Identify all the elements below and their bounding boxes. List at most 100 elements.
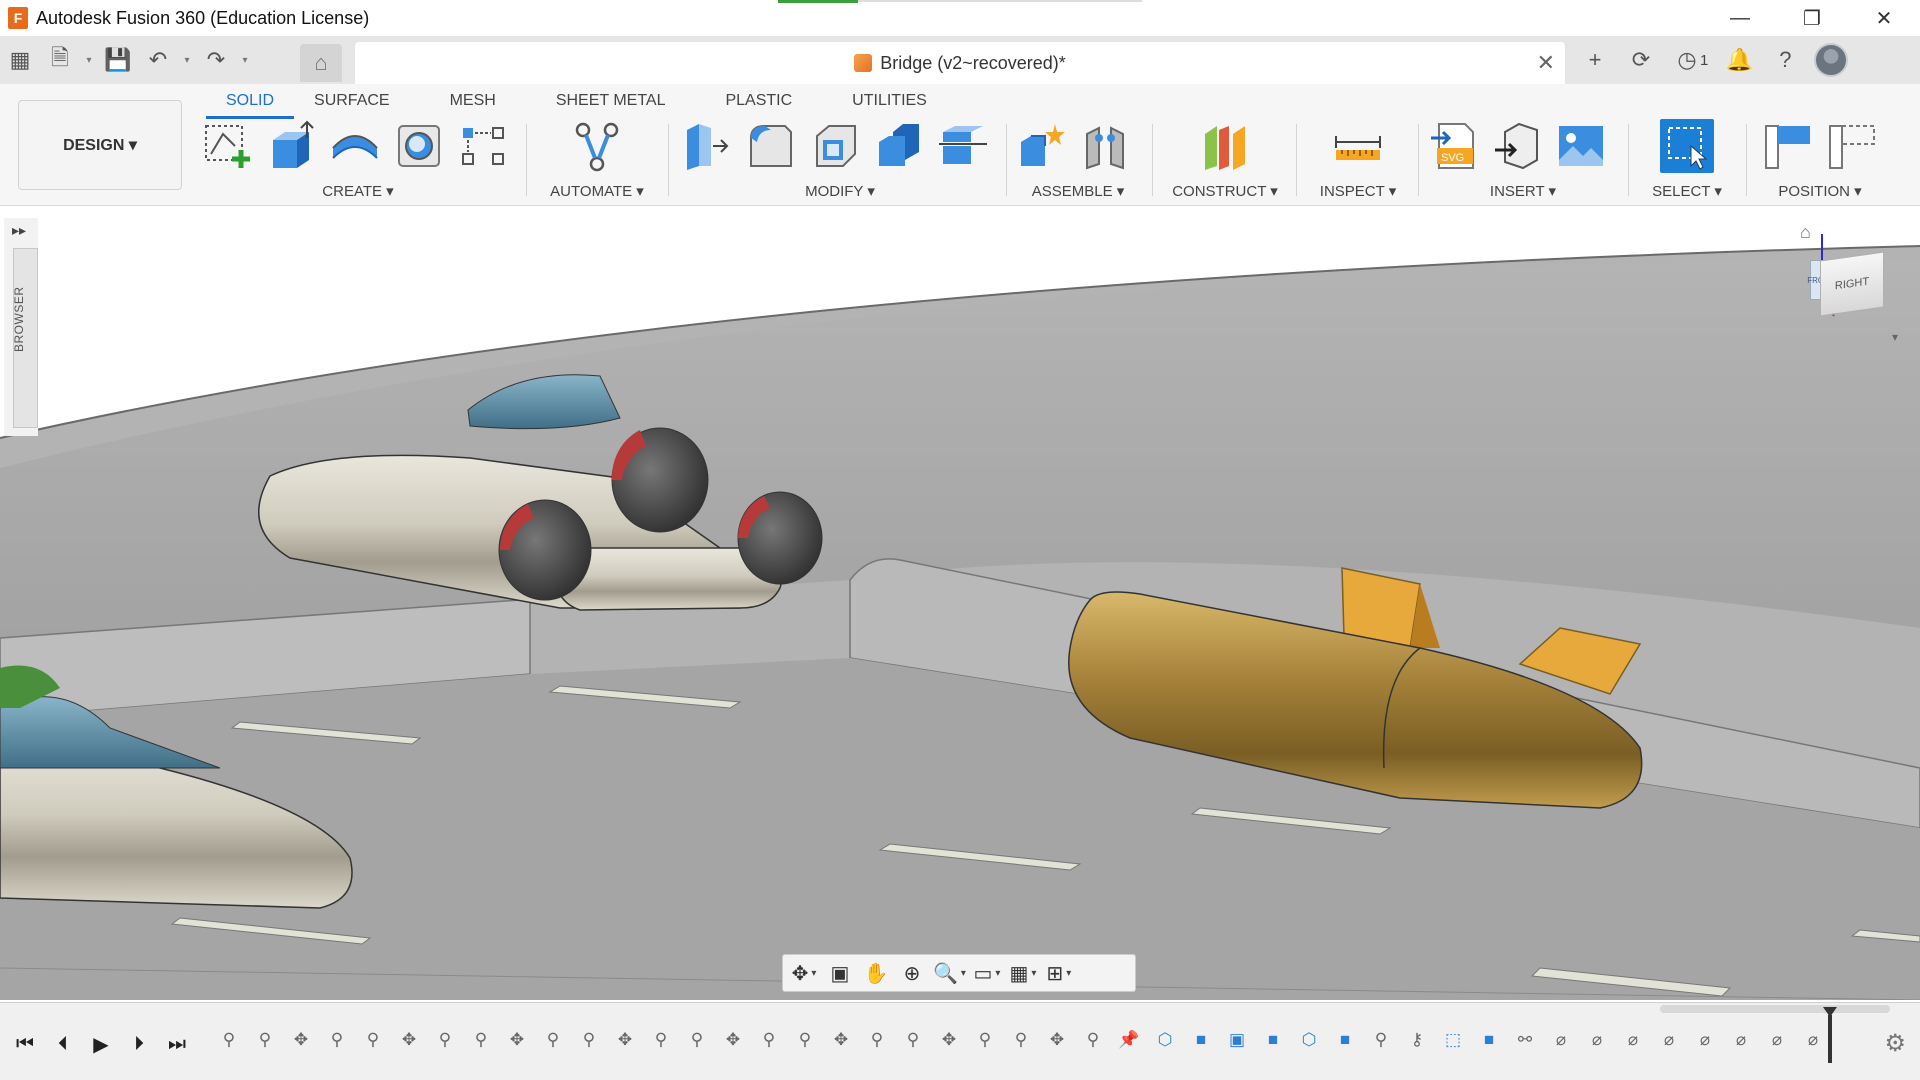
- timeline-feature-sketch-icon[interactable]: ⚲: [1366, 1023, 1396, 1059]
- create-sketch-icon[interactable]: [200, 119, 254, 173]
- timeline-feature-feat-icon[interactable]: ⬚: [1438, 1023, 1468, 1059]
- timeline-next-icon[interactable]: ⏵: [126, 1031, 152, 1057]
- timeline-feature-sketch-icon[interactable]: ⚲: [214, 1023, 244, 1059]
- insert-mesh-icon[interactable]: [1490, 119, 1544, 173]
- timeline-first-icon[interactable]: ⏮: [12, 1031, 38, 1057]
- tab-utilities[interactable]: UTILITIES: [812, 88, 947, 119]
- combine-icon[interactable]: [872, 119, 926, 173]
- hole-icon[interactable]: [392, 119, 446, 173]
- orbit-icon[interactable]: ✥ ▾: [789, 958, 819, 988]
- timeline-feature-wire-icon[interactable]: ✥: [826, 1023, 856, 1059]
- timeline-feature-sketch-icon[interactable]: ⚲: [322, 1023, 352, 1059]
- file-menu-icon[interactable]: 🗎: [40, 40, 80, 80]
- timeline-feature-wire-icon[interactable]: ✥: [934, 1023, 964, 1059]
- new-tab-icon[interactable]: +: [1572, 37, 1618, 83]
- timeline-settings-icon[interactable]: ⚙: [1884, 1029, 1906, 1058]
- timeline-prev-icon[interactable]: ⏴: [50, 1031, 76, 1057]
- timeline-feature-sketch-icon[interactable]: ⚲: [790, 1023, 820, 1059]
- data-panel-grid-icon[interactable]: ▦: [0, 40, 40, 80]
- shell-icon[interactable]: [808, 119, 862, 173]
- timeline-feature-sketch-icon[interactable]: ⚲: [430, 1023, 460, 1059]
- timeline-feature-sketch-icon[interactable]: ⚲: [1006, 1023, 1036, 1059]
- new-component-icon[interactable]: [1014, 119, 1068, 173]
- tab-solid[interactable]: SOLID: [206, 88, 295, 119]
- revert-position-icon[interactable]: [1825, 119, 1879, 173]
- timeline-feature-feat-icon[interactable]: ▣: [1222, 1023, 1252, 1059]
- save-icon[interactable]: 💾: [98, 40, 138, 80]
- position-menu-label[interactable]: POSITION ▾: [1752, 182, 1888, 200]
- timeline-feature-sketch-icon[interactable]: ⚲: [682, 1023, 712, 1059]
- timeline-feature-wire-icon[interactable]: ⌀: [1762, 1023, 1792, 1059]
- timeline-feature-wire-icon[interactable]: ✥: [286, 1023, 316, 1059]
- automate-icon[interactable]: [570, 119, 624, 173]
- timeline-play-icon[interactable]: ▶: [88, 1031, 114, 1057]
- modify-menu-label[interactable]: MODIFY ▾: [680, 182, 1000, 200]
- timeline-feature-wire-icon[interactable]: ✥: [502, 1023, 532, 1059]
- 3d-viewport[interactable]: [0, 208, 1920, 1000]
- create-menu-label[interactable]: CREATE ▾: [200, 182, 516, 200]
- construct-menu-label[interactable]: CONSTRUCT ▾: [1160, 182, 1290, 200]
- timeline-feature-feat-icon[interactable]: ■: [1258, 1023, 1288, 1059]
- press-pull-icon[interactable]: [680, 119, 734, 173]
- timeline-feature-wire-icon[interactable]: ⚯: [1510, 1023, 1540, 1059]
- timeline-feature-wire-icon[interactable]: ✥: [718, 1023, 748, 1059]
- close-tab-icon[interactable]: ✕: [1537, 50, 1555, 76]
- split-body-icon[interactable]: [936, 119, 990, 173]
- timeline-feature-wire-icon[interactable]: ✥: [394, 1023, 424, 1059]
- timeline-feature-sketch-icon[interactable]: ⚲: [466, 1023, 496, 1059]
- close-window-button[interactable]: ✕: [1848, 0, 1920, 36]
- timeline-feature-sketch-icon[interactable]: ⚲: [862, 1023, 892, 1059]
- redo-dropdown-icon[interactable]: ▾: [236, 40, 254, 80]
- timeline-feature-wire-icon[interactable]: ✥: [610, 1023, 640, 1059]
- construct-plane-icon[interactable]: [1198, 119, 1252, 173]
- joint-icon[interactable]: [1078, 119, 1132, 173]
- timeline-marker[interactable]: [1823, 1007, 1837, 1063]
- timeline-feature-wire-icon[interactable]: ✥: [1042, 1023, 1072, 1059]
- timeline-feature-sketch-icon[interactable]: ⚲: [898, 1023, 928, 1059]
- timeline-feature-sketch-icon[interactable]: ⚲: [574, 1023, 604, 1059]
- viewcube-right-face[interactable]: RIGHT: [1820, 251, 1884, 317]
- timeline-feature-sketch-icon[interactable]: ⚲: [250, 1023, 280, 1059]
- timeline-feature-feat-icon[interactable]: ⬡: [1294, 1023, 1324, 1059]
- timeline-feature-feat-icon[interactable]: ■: [1330, 1023, 1360, 1059]
- timeline-feature-wire-icon[interactable]: ⌀: [1654, 1023, 1684, 1059]
- capture-position-icon[interactable]: [1761, 119, 1815, 173]
- insert-svg-icon[interactable]: SVG: [1426, 119, 1480, 173]
- timeline-feature-wire-icon[interactable]: 📌: [1114, 1023, 1144, 1059]
- inspect-menu-label[interactable]: INSPECT ▾: [1302, 182, 1414, 200]
- timeline-feature-feat-icon[interactable]: ⬡: [1150, 1023, 1180, 1059]
- user-avatar-button[interactable]: [1808, 37, 1854, 83]
- insert-menu-label[interactable]: INSERT ▾: [1426, 182, 1620, 200]
- timeline-feature-sketch-icon[interactable]: ⚲: [754, 1023, 784, 1059]
- select-menu-label[interactable]: SELECT ▾: [1634, 182, 1740, 200]
- timeline-feature-wire-icon[interactable]: ⌀: [1582, 1023, 1612, 1059]
- undo-icon[interactable]: ↶: [138, 40, 178, 80]
- tab-surface[interactable]: SURFACE: [294, 88, 410, 119]
- restore-button[interactable]: ❐: [1776, 0, 1848, 36]
- notifications-icon[interactable]: 🔔: [1716, 37, 1762, 83]
- help-icon[interactable]: ?: [1762, 37, 1808, 83]
- timeline-feature-feat-icon[interactable]: ■: [1186, 1023, 1216, 1059]
- revolve-icon[interactable]: [328, 119, 382, 173]
- viewports-icon[interactable]: ⊞ ▾: [1044, 958, 1074, 988]
- zoom-icon[interactable]: 🔍 ▾: [933, 958, 966, 988]
- automate-menu-label[interactable]: AUTOMATE ▾: [540, 182, 654, 200]
- timeline-scrollbar[interactable]: [1660, 1005, 1890, 1013]
- undo-dropdown-icon[interactable]: ▾: [178, 40, 196, 80]
- view-cube[interactable]: ⌂ FRONT RIGHT ▾: [1800, 222, 1900, 344]
- timeline-feature-wire-icon[interactable]: ⌀: [1726, 1023, 1756, 1059]
- tab-mesh[interactable]: MESH: [410, 88, 516, 119]
- tab-plastic[interactable]: PLASTIC: [685, 88, 812, 119]
- timeline-last-icon[interactable]: ⏭: [164, 1031, 190, 1057]
- timeline-feature-feat-icon[interactable]: ■: [1474, 1023, 1504, 1059]
- canvas-image-icon[interactable]: [1554, 119, 1608, 173]
- viewcube-menu-icon[interactable]: ▾: [1892, 330, 1898, 344]
- home-tab-icon[interactable]: ⌂: [300, 44, 342, 82]
- select-icon[interactable]: [1660, 119, 1714, 173]
- measure-icon[interactable]: [1331, 119, 1385, 173]
- timeline-feature-wire-icon[interactable]: ⚷: [1402, 1023, 1432, 1059]
- timeline-feature-wire-icon[interactable]: ⌀: [1618, 1023, 1648, 1059]
- timeline-feature-sketch-icon[interactable]: ⚲: [646, 1023, 676, 1059]
- tab-sheet-metal[interactable]: SHEET METAL: [516, 88, 686, 119]
- timeline-feature-sketch-icon[interactable]: ⚲: [538, 1023, 568, 1059]
